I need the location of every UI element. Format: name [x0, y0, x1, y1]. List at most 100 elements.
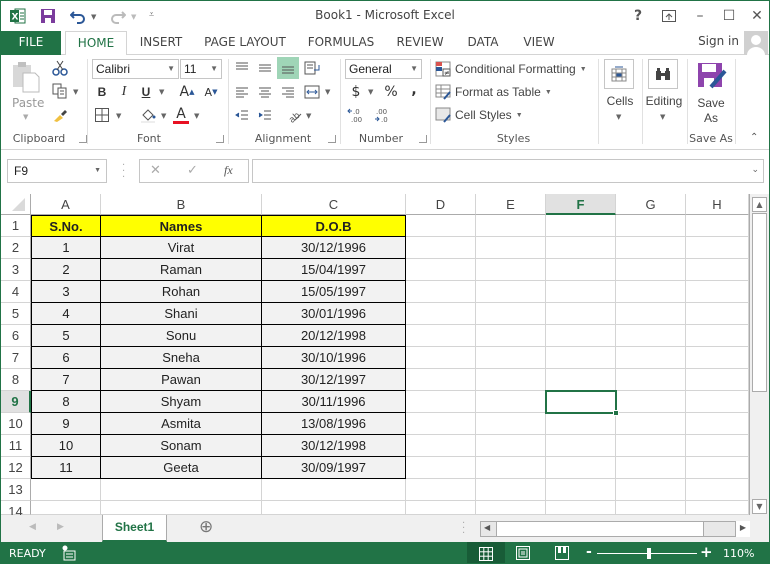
currency-button[interactable]: $	[346, 82, 366, 102]
cell-g4[interactable]	[616, 281, 686, 303]
cell-e6[interactable]	[476, 325, 546, 347]
tab-page-layout[interactable]: PAGE LAYOUT	[197, 31, 293, 55]
cell-f13[interactable]	[546, 479, 616, 501]
cell-b10[interactable]: Asmita	[101, 413, 262, 435]
paste-dropdown-icon[interactable]: ▼	[23, 113, 28, 121]
cell-f7[interactable]	[546, 347, 616, 369]
cell-e14[interactable]	[476, 501, 546, 515]
cell-e4[interactable]	[476, 281, 546, 303]
formula-bar-resize-handle[interactable]: · · ·	[122, 161, 125, 183]
increase-indent-icon[interactable]	[255, 105, 275, 125]
cell-g13[interactable]	[616, 479, 686, 501]
cell-b4[interactable]: Rohan	[101, 281, 262, 303]
cell-g7[interactable]	[616, 347, 686, 369]
cell-d1[interactable]	[406, 215, 476, 237]
collapse-ribbon-icon[interactable]: ⌃	[750, 132, 758, 143]
cell-a6[interactable]: 5	[31, 325, 101, 347]
row-header-12[interactable]: 12	[1, 457, 31, 479]
align-left-icon[interactable]	[232, 82, 252, 102]
row-header-4[interactable]: 4	[1, 281, 31, 303]
increase-font-size-icon[interactable]: A ▲	[177, 82, 197, 102]
cell-a2[interactable]: 1	[31, 237, 101, 259]
row-header-13[interactable]: 13	[1, 479, 31, 501]
cell-a10[interactable]: 9	[31, 413, 101, 435]
cell-e5[interactable]	[476, 303, 546, 325]
cell-f6[interactable]	[546, 325, 616, 347]
increase-decimal-icon[interactable]: .0.00	[346, 105, 368, 125]
sign-in-link[interactable]: Sign in	[698, 34, 739, 48]
cell-g9[interactable]	[616, 391, 686, 413]
cell-f5[interactable]	[546, 303, 616, 325]
cut-icon[interactable]	[50, 58, 70, 78]
cell-c11[interactable]: 30/12/1998	[262, 435, 406, 457]
cell-c4[interactable]: 15/05/1997	[262, 281, 406, 303]
row-header-1[interactable]: 1	[1, 215, 31, 237]
scroll-sheets-left-icon[interactable]: ◀	[29, 522, 36, 532]
ribbon-display-options-icon[interactable]	[658, 6, 680, 26]
cell-a12[interactable]: 11	[31, 457, 101, 479]
font-name-select[interactable]: Calibri ▼	[92, 59, 179, 79]
clipboard-launcher-icon[interactable]	[79, 135, 87, 143]
italic-button[interactable]: I	[114, 82, 134, 102]
cells-dropdown-icon[interactable]: ▼	[616, 113, 621, 121]
cell-d7[interactable]	[406, 347, 476, 369]
cell-d8[interactable]	[406, 369, 476, 391]
decrease-font-size-icon[interactable]: A ▼	[201, 82, 221, 102]
formula-input[interactable]: ⌄	[252, 159, 764, 183]
font-size-select[interactable]: 11 ▼	[180, 59, 222, 79]
row-header-5[interactable]: 5	[1, 303, 31, 325]
cell-g8[interactable]	[616, 369, 686, 391]
cell-f14[interactable]	[546, 501, 616, 515]
cell-a7[interactable]: 6	[31, 347, 101, 369]
cell-h3[interactable]	[686, 259, 749, 281]
zoom-in-button[interactable]: +	[700, 543, 713, 561]
help-icon[interactable]: ?	[627, 6, 649, 26]
cells-button[interactable]: Cells	[599, 94, 641, 108]
cell-h1[interactable]	[686, 215, 749, 237]
cell-h11[interactable]	[686, 435, 749, 457]
cell-a4[interactable]: 3	[31, 281, 101, 303]
cell-f4[interactable]	[546, 281, 616, 303]
cell-a5[interactable]: 4	[31, 303, 101, 325]
zoom-level[interactable]: 110%	[723, 547, 754, 560]
zoom-slider[interactable]	[597, 548, 697, 559]
find-binoculars-icon[interactable]	[648, 59, 678, 89]
merge-center-icon[interactable]	[302, 82, 322, 102]
column-header-c[interactable]: C	[262, 194, 406, 215]
cell-c8[interactable]: 30/12/1997	[262, 369, 406, 391]
copy-dropdown-icon[interactable]: ▼	[73, 88, 78, 96]
cell-b8[interactable]: Pawan	[101, 369, 262, 391]
cell-d4[interactable]	[406, 281, 476, 303]
cell-f3[interactable]	[546, 259, 616, 281]
tab-home[interactable]: HOME	[65, 31, 127, 56]
horizontal-scrollbar[interactable]: ◀ ▶	[480, 521, 750, 537]
close-button[interactable]: ✕	[746, 6, 768, 26]
cell-g1[interactable]	[616, 215, 686, 237]
tab-insert[interactable]: INSERT	[133, 31, 189, 55]
cancel-icon[interactable]: ✕	[150, 163, 161, 178]
cell-b5[interactable]: Shani	[101, 303, 262, 325]
cell-g11[interactable]	[616, 435, 686, 457]
row-header-2[interactable]: 2	[1, 237, 31, 259]
cell-b2[interactable]: Virat	[101, 237, 262, 259]
save-as-button[interactable]: Save As	[691, 96, 731, 126]
cell-e11[interactable]	[476, 435, 546, 457]
cell-d12[interactable]	[406, 457, 476, 479]
cell-g5[interactable]	[616, 303, 686, 325]
row-header-14[interactable]: 14	[1, 501, 31, 519]
editing-button[interactable]: Editing	[642, 94, 686, 108]
tab-review[interactable]: REVIEW	[390, 31, 450, 55]
font-launcher-icon[interactable]	[216, 135, 224, 143]
cell-c1[interactable]: D.O.B	[262, 215, 406, 237]
cell-d10[interactable]	[406, 413, 476, 435]
cell-b12[interactable]: Geeta	[101, 457, 262, 479]
tab-file[interactable]: FILE	[1, 31, 61, 55]
cell-a3[interactable]: 2	[31, 259, 101, 281]
cell-c10[interactable]: 13/08/1996	[262, 413, 406, 435]
editing-dropdown-icon[interactable]: ▼	[660, 113, 665, 121]
cell-d3[interactable]	[406, 259, 476, 281]
cell-h2[interactable]	[686, 237, 749, 259]
enter-icon[interactable]: ✓	[187, 163, 198, 178]
cell-b7[interactable]: Sneha	[101, 347, 262, 369]
row-header-6[interactable]: 6	[1, 325, 31, 347]
